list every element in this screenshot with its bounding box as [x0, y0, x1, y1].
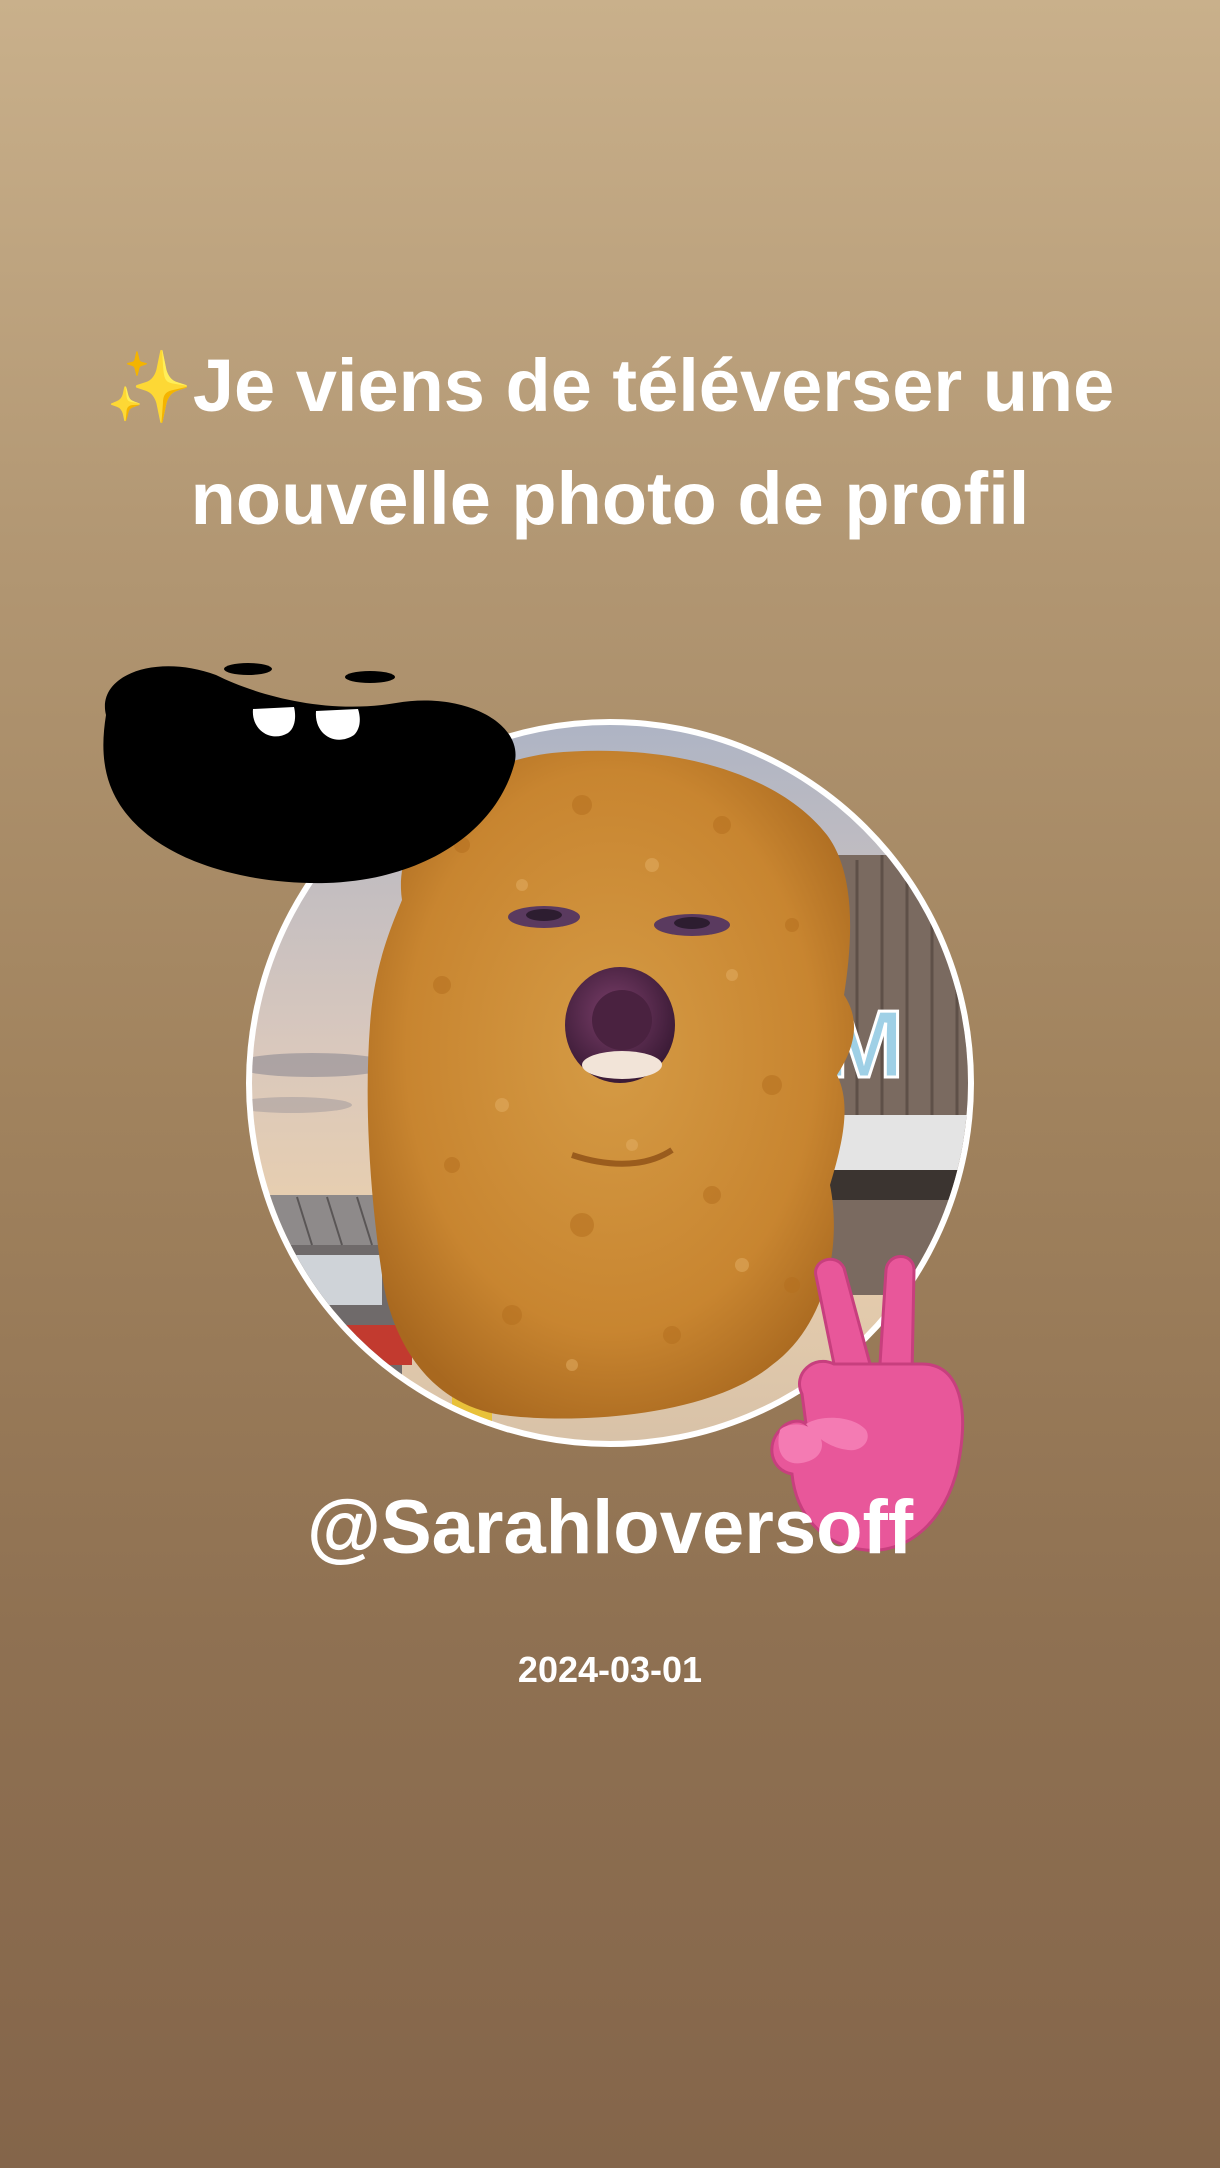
laughing-mouth-sticker[interactable]	[96, 655, 520, 895]
username[interactable]: @Sarahloversoff	[0, 1480, 1220, 1576]
headline-text: Je viens de téléverser une nouvelle phot…	[190, 344, 1115, 540]
story-headline: ✨Je viens de téléverser une nouvelle pho…	[80, 330, 1140, 555]
sparkles-icon: ✨	[105, 348, 193, 426]
story-canvas[interactable]: ✨Je viens de téléverser une nouvelle pho…	[0, 0, 1220, 2168]
post-date: 2024-03-01	[517, 1649, 703, 1690]
